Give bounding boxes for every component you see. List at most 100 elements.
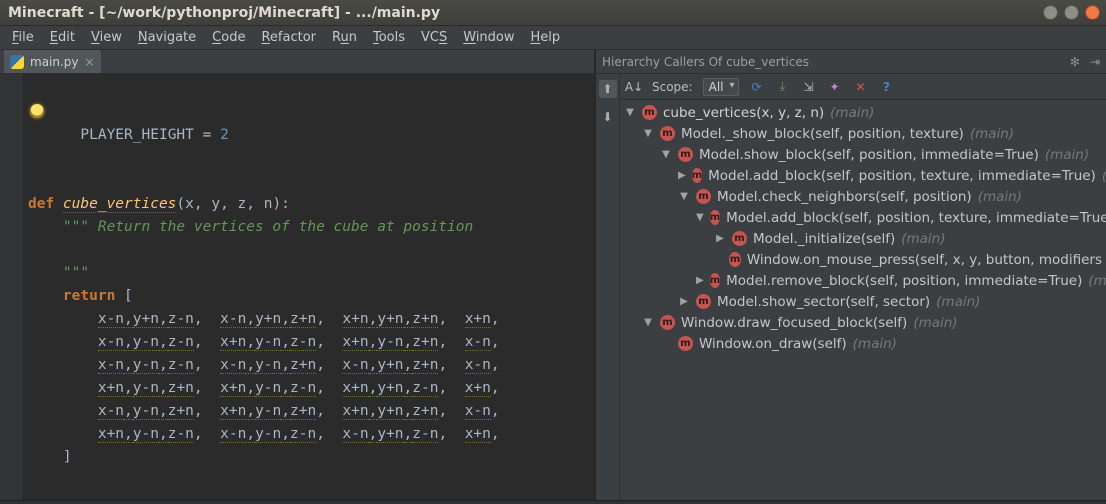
tab-close-icon[interactable]: × xyxy=(85,55,95,69)
method-icon: m xyxy=(660,315,675,330)
hierarchy-node[interactable]: ▼ m Model.show_block(self, position, immed… xyxy=(620,144,1106,165)
method-icon: m xyxy=(729,252,741,267)
hierarchy-node[interactable]: m Window.on_mouse_press(self, x, y, butto… xyxy=(620,249,1106,270)
hierarchy-title: Hierarchy Callers Of cube_vertices xyxy=(602,55,809,69)
editor-body: PLAYER_HEIGHT = 2 def cube_vertices(x, y… xyxy=(0,74,594,500)
node-signature: Window.draw_focused_block(self) xyxy=(681,315,907,331)
expand-icon[interactable] xyxy=(660,338,672,349)
pin-icon[interactable]: ✦ xyxy=(827,79,843,95)
hierarchy-node[interactable]: ▼mModel.check_neighbors(self, position) … xyxy=(620,186,1106,207)
method-icon: m xyxy=(696,189,711,204)
hierarchy-node[interactable]: m Window.on_draw(self) (main) xyxy=(620,333,1106,354)
caller-hierarchy-icon[interactable]: ⬆ xyxy=(599,80,617,98)
editor-pane: main.py × PLAYER_HEIGHT = 2 def cube_ver… xyxy=(0,50,596,500)
editor-tabs: main.py × xyxy=(0,50,594,74)
menu-vcs[interactable]: VCS xyxy=(415,28,453,47)
method-icon: m xyxy=(692,168,702,183)
hierarchy-node[interactable]: ▼ m Window.draw_focused_block(self) (main) xyxy=(620,312,1106,333)
method-icon: m xyxy=(696,294,711,309)
expand-icon[interactable]: ▶ xyxy=(714,233,726,244)
window-title: Minecraft - [~/work/pythonproj/Minecraft… xyxy=(8,5,1043,21)
node-signature: Model.add_block(self, position, texture,… xyxy=(726,210,1106,226)
expand-icon[interactable]: ▼ xyxy=(678,191,690,202)
menu-refactor[interactable]: Refactor xyxy=(255,28,322,47)
expand-icon[interactable]: ▼ xyxy=(642,128,654,139)
expand-icon[interactable]: ▼ xyxy=(660,149,672,160)
menu-window[interactable]: Window xyxy=(457,28,520,47)
titlebar: Minecraft - [~/work/pythonproj/Minecraft… xyxy=(0,0,1106,26)
scope-dropdown[interactable]: All xyxy=(703,78,739,96)
intention-bulb-icon[interactable] xyxy=(30,104,44,118)
node-signature: Model.remove_block(self, position, immed… xyxy=(726,273,1082,289)
menu-navigate[interactable]: Navigate xyxy=(132,28,202,47)
status-bar xyxy=(0,500,1106,504)
hierarchy-toolbar: A↓ Scope: All ⟳ ⤓ ⇲ ✦ ✕ ? xyxy=(620,74,1106,100)
expand-icon[interactable]: ▼ xyxy=(642,317,654,328)
scope-label: Scope: xyxy=(652,80,693,94)
autoscroll-icon[interactable]: ⤓ xyxy=(775,79,791,95)
node-signature: Model.show_sector(self, sector) xyxy=(717,294,930,310)
node-context: (m xyxy=(1088,273,1106,289)
menu-help[interactable]: Help xyxy=(525,28,567,47)
menu-file[interactable]: File xyxy=(6,28,40,47)
node-context: (main) xyxy=(913,315,957,331)
menu-run[interactable]: Run xyxy=(326,28,363,47)
hierarchy-node[interactable]: ▶ m Model.add_block(self, position, textur… xyxy=(620,165,1106,186)
method-icon: m xyxy=(710,273,720,288)
main-split: main.py × PLAYER_HEIGHT = 2 def cube_ver… xyxy=(0,50,1106,500)
node-signature: Window.on_mouse_press(self, x, y, button… xyxy=(747,252,1102,268)
help-icon[interactable]: ? xyxy=(879,79,895,95)
node-signature: Model.check_neighbors(self, position) xyxy=(717,189,972,205)
method-icon: m xyxy=(642,105,657,120)
method-icon: m xyxy=(678,147,693,162)
node-context: (m xyxy=(1102,168,1106,184)
menu-edit[interactable]: Edit xyxy=(44,28,81,47)
hierarchy-node[interactable]: ▼ m cube_vertices(x, y, z, n) (main) xyxy=(620,102,1106,123)
node-context: (main) xyxy=(978,189,1022,205)
close-button[interactable] xyxy=(1085,5,1100,20)
expand-icon[interactable]: ▶ xyxy=(678,296,690,307)
hierarchy-vertical-toolbar: ⬆ ⬇ xyxy=(596,74,620,500)
menubar: File Edit View Navigate Code Refactor Ru… xyxy=(0,26,1106,50)
expand-icon[interactable] xyxy=(714,254,723,265)
code-area[interactable]: PLAYER_HEIGHT = 2 def cube_vertices(x, y… xyxy=(22,74,594,500)
expand-icon[interactable]: ▼ xyxy=(624,107,636,118)
expand-all-icon[interactable]: ⇲ xyxy=(801,79,817,95)
node-context: (main) xyxy=(901,231,945,247)
node-signature: Window.on_draw(self) xyxy=(699,336,847,352)
hierarchy-node[interactable]: ▶mModel.show_sector(self, sector) (main) xyxy=(620,291,1106,312)
method-icon: m xyxy=(678,336,693,351)
hierarchy-tree[interactable]: ▼mcube_vertices(x, y, z, n) (main)▼mMode… xyxy=(620,100,1106,500)
node-context: (main) xyxy=(830,105,874,121)
hierarchy-node[interactable]: ▶ m Model.remove_block(self, position, imm… xyxy=(620,270,1106,291)
expand-icon[interactable]: ▶ xyxy=(678,170,686,181)
expand-icon[interactable]: ▼ xyxy=(696,212,704,223)
hierarchy-node[interactable]: ▼mModel._show_block(self, position, text… xyxy=(620,123,1106,144)
menu-code[interactable]: Code xyxy=(206,28,251,47)
hierarchy-node[interactable]: ▼mModel.add_block(self, position, textur… xyxy=(620,207,1106,228)
maximize-button[interactable] xyxy=(1064,5,1079,20)
node-signature: cube_vertices(x, y, z, n) xyxy=(663,105,824,121)
node-context: (main) xyxy=(853,336,897,352)
tab-label: main.py xyxy=(30,55,79,69)
menu-view[interactable]: View xyxy=(85,28,128,47)
hierarchy-pane: Hierarchy Callers Of cube_vertices ✻ ⇥ ⬆… xyxy=(596,50,1106,500)
expand-icon[interactable]: ▶ xyxy=(696,275,704,286)
refresh-icon[interactable]: ⟳ xyxy=(749,79,765,95)
node-signature: Model._show_block(self, position, textur… xyxy=(681,126,964,142)
close-hierarchy-icon[interactable]: ✕ xyxy=(853,79,869,95)
node-signature: Model.add_block(self, position, texture,… xyxy=(708,168,1096,184)
hide-panel-icon[interactable]: ⇥ xyxy=(1090,55,1100,69)
callee-hierarchy-icon[interactable]: ⬇ xyxy=(599,108,617,126)
node-context: (main) xyxy=(970,126,1014,142)
menu-tools[interactable]: Tools xyxy=(367,28,411,47)
hierarchy-node[interactable]: ▶mModel._initialize(self) (main) xyxy=(620,228,1106,249)
node-signature: Model.show_block(self, position, immedia… xyxy=(699,147,1039,163)
node-context: (main) xyxy=(1045,147,1089,163)
minimize-button[interactable] xyxy=(1043,5,1058,20)
tab-main-py[interactable]: main.py × xyxy=(4,50,102,73)
sort-alpha-icon[interactable]: A↓ xyxy=(626,79,642,95)
hierarchy-titlebar: Hierarchy Callers Of cube_vertices ✻ ⇥ xyxy=(596,50,1106,74)
gear-icon[interactable]: ✻ xyxy=(1070,55,1080,69)
node-signature: Model._initialize(self) xyxy=(753,231,895,247)
